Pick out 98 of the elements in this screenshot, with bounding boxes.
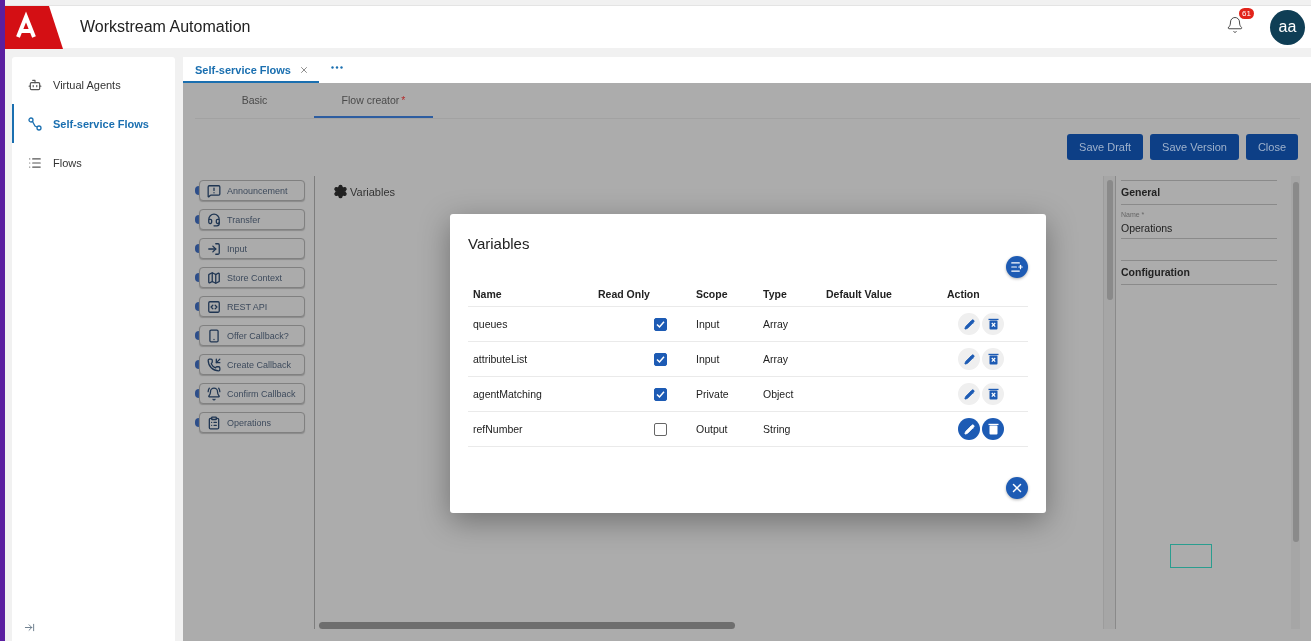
toolbar-button[interactable]: Save Version [1150, 134, 1239, 160]
pencil-icon [963, 318, 975, 330]
read-only-checkbox[interactable] [654, 422, 667, 436]
edit-button[interactable] [958, 383, 980, 405]
table-cell: Input [691, 342, 758, 377]
list-add-icon [1010, 260, 1024, 274]
map-icon [207, 270, 221, 285]
table-cell: agentMatching [468, 377, 593, 412]
toolbar-button[interactable]: Save Draft [1067, 134, 1144, 160]
table-cell: refNumber [468, 412, 593, 447]
sidebar-label: Virtual Agents [53, 78, 121, 91]
edit-button[interactable] [958, 313, 980, 335]
more-icon[interactable] [331, 65, 343, 69]
section-tab[interactable]: Basic [195, 83, 314, 118]
pencil-icon [963, 423, 975, 435]
read-only-checkbox[interactable] [654, 317, 667, 331]
delete-icon [987, 318, 999, 330]
list-icon [28, 155, 42, 170]
connector-nub [195, 418, 199, 427]
sidebar-item[interactable]: Flows [12, 143, 175, 182]
dialog-title: Variables [468, 235, 531, 252]
connector-nub [195, 360, 199, 369]
table-cell: Input [691, 307, 758, 342]
connector-nub [195, 215, 199, 224]
read-only-checkbox[interactable] [654, 387, 667, 401]
connector-nub [195, 273, 199, 282]
palette-block[interactable]: Create Callback [199, 354, 305, 375]
delete-icon [987, 388, 999, 400]
canvas-title: Variables [350, 185, 396, 198]
section-heading: General [1121, 180, 1277, 205]
close-button[interactable] [1006, 477, 1028, 499]
section-tab[interactable]: Flow creator * [314, 83, 433, 118]
palette-block[interactable]: Transfer [199, 209, 305, 230]
palette-block[interactable]: Operations [199, 412, 305, 433]
column-header: Type [758, 282, 821, 307]
delete-button[interactable] [982, 383, 1004, 405]
pencil-icon [963, 353, 975, 365]
scrollbar-thumb[interactable] [1106, 180, 1113, 300]
alert-message-icon [207, 183, 221, 198]
pencil-icon [963, 388, 975, 400]
read-only-checkbox[interactable] [654, 352, 667, 366]
column-header: Read Only [593, 282, 691, 307]
column-header: Default Value [821, 282, 942, 307]
delete-icon [987, 353, 999, 365]
palette-block[interactable]: Announcement [199, 180, 305, 201]
close-icon[interactable] [299, 65, 309, 75]
column-header: Scope [691, 282, 758, 307]
incoming-call-icon [207, 357, 221, 372]
table-cell: Output [691, 412, 758, 447]
toolbar-button[interactable]: Close [1245, 134, 1298, 160]
sidebar-label: Flows [53, 156, 82, 169]
add-variable-button[interactable] [1006, 256, 1028, 278]
connector-nub [195, 244, 199, 253]
palette-block[interactable]: Confirm Callback [199, 383, 305, 404]
section-heading: Configuration [1121, 260, 1277, 285]
table-cell: Private [691, 377, 758, 412]
sidebar-item[interactable]: Self-service Flows [12, 104, 175, 143]
headset-icon [207, 212, 221, 227]
connector-nub [195, 331, 199, 340]
name-field[interactable]: Operations [1121, 218, 1277, 239]
connector-nub [195, 302, 199, 311]
table-cell: queues [468, 307, 593, 342]
notification-count: 61 [1239, 8, 1254, 19]
robot-icon [28, 77, 42, 92]
scrollbar-thumb[interactable] [1292, 182, 1299, 542]
delete-button[interactable] [982, 348, 1004, 370]
connector-nub [195, 389, 199, 398]
sidebar-item[interactable]: Virtual Agents [12, 65, 175, 104]
palette-block[interactable]: Store Context [199, 267, 305, 288]
horizontal-scrollbar[interactable] [319, 622, 735, 629]
table-cell: Array [758, 307, 821, 342]
clipboard-icon [207, 415, 221, 430]
table-cell: attributeList [468, 342, 593, 377]
flow-icon [28, 116, 42, 131]
input-icon [207, 241, 221, 256]
sidebar-label: Self-service Flows [53, 117, 149, 130]
connector-nub [195, 186, 199, 195]
table-cell: String [758, 412, 821, 447]
close-icon [1010, 481, 1024, 495]
user-avatar[interactable]: aa [1270, 9, 1305, 45]
palette-block[interactable]: Input [199, 238, 305, 259]
palette-block[interactable]: Offer Callback? [199, 325, 305, 346]
delete-button[interactable] [982, 418, 1004, 440]
alarm-bell-icon [207, 386, 221, 401]
palette-block[interactable]: REST API [199, 296, 305, 317]
table-cell: Object [758, 377, 821, 412]
table-cell: Array [758, 342, 821, 377]
column-header: Action [942, 282, 1028, 307]
code-icon [207, 299, 221, 314]
phone-question-icon [207, 328, 221, 343]
tab-label: Self-service Flows [195, 64, 291, 76]
delete-icon [987, 423, 999, 435]
app-title: Workstream Automation [80, 18, 252, 36]
settings-icon[interactable] [333, 184, 348, 199]
edit-button[interactable] [958, 348, 980, 370]
delete-button[interactable] [982, 313, 1004, 335]
edit-button[interactable] [958, 418, 980, 440]
column-header: Name [468, 282, 593, 307]
